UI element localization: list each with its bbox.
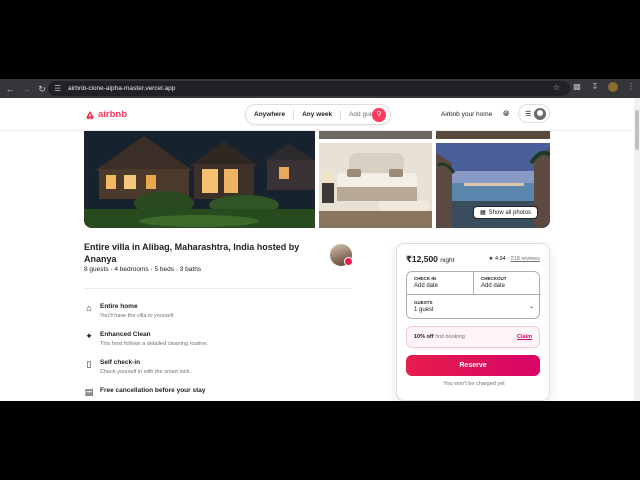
rating-summary: ★ 4.94 · 218 reviews xyxy=(489,256,540,262)
site-header: airbnb Anywhere Any week Add guests ⚲ Ai… xyxy=(0,98,634,131)
claim-link[interactable]: Claim xyxy=(517,334,532,340)
feature-title: Entire home xyxy=(100,303,138,310)
photo-main-villa-night[interactable] xyxy=(84,131,315,228)
feature-title: Self check-in xyxy=(100,359,141,366)
checkin-value: Add date xyxy=(414,283,439,289)
user-menu-button[interactable]: ☰ xyxy=(518,104,550,123)
arrow-left-icon[interactable]: ← xyxy=(4,83,16,95)
checkin-field[interactable]: CHECK-IN Add date xyxy=(407,272,474,294)
page-scrollbar[interactable] xyxy=(634,98,640,401)
page-viewport: airbnb Anywhere Any week Add guests ⚲ Ai… xyxy=(0,98,640,401)
search-bar[interactable]: Anywhere Any week Add guests ⚲ xyxy=(245,104,391,125)
villa-illustration xyxy=(84,131,315,228)
sparkles-icon: ✦ xyxy=(85,331,93,341)
reserve-button[interactable]: Reserve xyxy=(406,355,540,376)
date-guest-picker: CHECK-IN Add date CHECKOUT Add date GUES… xyxy=(406,271,541,320)
no-charge-note: You won't be charged yet xyxy=(443,381,505,387)
first-booking-promo: 10% off first booking Claim xyxy=(406,326,540,348)
feature-title: Free cancellation before your stay xyxy=(100,387,206,394)
search-icon[interactable]: ⚲ xyxy=(372,108,386,122)
user-avatar-icon xyxy=(534,107,546,120)
home-icon: ⌂ xyxy=(86,303,92,313)
globe-icon[interactable]: 🌐︎ xyxy=(503,109,509,119)
feature-title: Enhanced Clean xyxy=(100,331,151,338)
grid-icon: ▦ xyxy=(480,210,486,216)
checkout-label: CHECKOUT xyxy=(481,276,507,281)
promo-discount: 10% off xyxy=(414,334,434,340)
nightly-price: ₹12,500 night xyxy=(406,254,454,265)
guests-value: 1 guest xyxy=(414,307,434,313)
calendar-icon: ▤ xyxy=(84,387,94,397)
star-icon: ★ xyxy=(488,256,494,262)
hamburger-icon: ☰ xyxy=(525,110,532,118)
chevron-down-icon: ⌄ xyxy=(528,304,534,310)
show-all-photos-label: Show all photos xyxy=(488,209,532,216)
profile-icon[interactable] xyxy=(608,82,618,94)
checkout-field[interactable]: CHECKOUT Add date xyxy=(474,272,541,294)
url-text: airbnb-clone-alpha-master.vercel.app xyxy=(68,85,176,92)
feature-desc: Check yourself in with the smart lock. xyxy=(100,369,191,375)
arrow-right-icon[interactable]: → xyxy=(20,83,32,95)
search-where[interactable]: Anywhere xyxy=(246,111,293,118)
feature-desc: This host follows a detailed cleaning ro… xyxy=(100,341,208,347)
guests-field[interactable]: GUESTS 1 guest ⌄ xyxy=(407,294,541,320)
divider xyxy=(84,288,352,289)
listing-title: Entire villa in Alibag, Maharashtra, Ind… xyxy=(84,242,300,264)
airbnb-your-home-link[interactable]: Airbnb your home xyxy=(441,111,492,118)
superhost-badge-icon xyxy=(344,257,353,266)
browser-menu-icon[interactable]: ⋮ xyxy=(626,82,636,94)
bedroom-illustration xyxy=(319,143,432,228)
search-when[interactable]: Any week xyxy=(294,111,340,118)
booking-card: ₹12,500 night ★ 4.94 · 218 reviews CHECK… xyxy=(396,243,550,401)
rating-separator: · xyxy=(507,256,510,262)
extensions-icon[interactable]: ▩ xyxy=(572,82,582,94)
checkout-value: Add date xyxy=(481,283,506,289)
address-bar[interactable]: ☰ airbnb-clone-alpha-master.vercel.app ☆ xyxy=(48,81,570,96)
reload-icon[interactable]: ↻ xyxy=(36,83,48,95)
guests-label: GUESTS xyxy=(414,300,433,305)
browser-toolbar: ← → ↻ ☰ airbnb-clone-alpha-master.vercel… xyxy=(0,79,640,98)
promo-text: 10% off first booking xyxy=(414,334,465,340)
price-unit: night xyxy=(440,257,455,264)
show-all-photos-button[interactable]: ▦ Show all photos xyxy=(473,206,539,219)
site-info-icon[interactable]: ☰ xyxy=(54,84,64,93)
reviews-link[interactable]: 218 reviews xyxy=(511,256,540,262)
price-amount: ₹12,500 xyxy=(406,254,438,264)
airbnb-logo-icon xyxy=(86,110,94,119)
photo-bedroom[interactable] xyxy=(319,143,432,228)
brand-name: airbnb xyxy=(98,109,128,120)
checkin-label: CHECK-IN xyxy=(414,276,436,281)
download-icon[interactable]: ↧ xyxy=(590,82,600,94)
photo-top-1[interactable] xyxy=(319,131,432,139)
browser-actions: ▩ ↧ ⋮ xyxy=(572,82,636,94)
feature-desc: You'll have the villa to yourself. xyxy=(100,313,175,319)
promo-description: first booking xyxy=(435,334,465,340)
airbnb-logo[interactable]: airbnb xyxy=(85,109,127,120)
listing-meta: 8 guests · 4 bedrooms · 5 beds · 3 baths xyxy=(84,266,202,273)
rating-value: 4.94 xyxy=(495,256,506,262)
bookmark-star-icon[interactable]: ☆ xyxy=(553,83,560,92)
photo-top-2[interactable] xyxy=(436,131,550,139)
door-icon: ▯ xyxy=(86,359,92,369)
scrollbar-thumb[interactable] xyxy=(635,110,639,150)
